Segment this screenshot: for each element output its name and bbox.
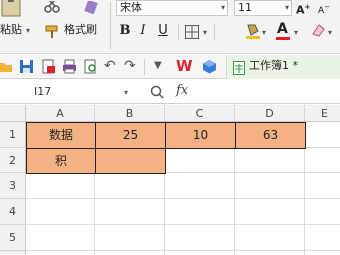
font-color-bar — [276, 37, 290, 40]
cloud-cube-icon[interactable] — [202, 59, 217, 74]
chevron-down-icon: ▾ — [284, 3, 289, 12]
paste-icon[interactable] — [0, 0, 30, 18]
paste-label[interactable]: 粘贴 — [0, 24, 22, 36]
row-header-1[interactable]: 1 — [0, 122, 26, 148]
spreadsheet-doc-icon — [233, 60, 245, 75]
bold-button[interactable]: B — [118, 23, 132, 39]
paste-dropdown-icon[interactable]: ▾ — [26, 26, 30, 35]
customize-toolbar-icon[interactable]: ▼ — [154, 60, 162, 71]
fill-color-icon[interactable] — [244, 22, 262, 40]
row-header-next — [0, 251, 26, 255]
row-header-3[interactable]: 3 — [0, 173, 26, 199]
clear-format-dropdown-icon[interactable]: ▾ — [328, 28, 332, 37]
column-header-d[interactable]: D — [235, 105, 305, 122]
row-header-4[interactable]: 4 — [0, 199, 26, 225]
cell-c1[interactable]: 10 — [165, 122, 236, 149]
font-size-value: 11 — [238, 1, 252, 14]
font-color-dropdown-icon[interactable]: ▾ — [294, 28, 298, 37]
insert-function-icon[interactable]: fx — [176, 83, 188, 98]
toolbar-separator — [144, 59, 145, 75]
name-box-dropdown-icon[interactable]: ▾ — [124, 88, 128, 97]
column-header-e[interactable]: E — [305, 105, 340, 122]
font-name-select[interactable]: 宋体 ▾ — [116, 0, 228, 16]
font-color-icon[interactable]: A — [276, 20, 290, 40]
borders-dropdown-icon[interactable]: ▾ — [203, 28, 207, 37]
underline-button[interactable]: U — [156, 23, 170, 39]
format-painter-label[interactable]: 格式刷 — [64, 24, 97, 36]
cell-b2[interactable] — [95, 148, 166, 174]
italic-button[interactable]: I — [136, 23, 150, 39]
ribbon: 粘贴 ▾ 格式刷 宋体 ▾ 11 ▾ A+ A− B I U ▾ ▾ A ▾ ▾ — [0, 0, 340, 54]
ribbon-separator — [110, 2, 111, 50]
column-header-b[interactable]: B — [95, 105, 165, 122]
format-painter-icon[interactable] — [44, 24, 60, 38]
undo-icon[interactable]: ↶ — [104, 58, 116, 74]
clear-format-icon[interactable] — [310, 22, 326, 38]
ribbon-separator — [178, 24, 179, 40]
row-header-5[interactable]: 5 — [0, 225, 26, 251]
cell-a2[interactable]: 积 — [26, 148, 96, 174]
copy-icon[interactable] — [84, 0, 98, 15]
cell-d1[interactable]: 63 — [235, 122, 306, 149]
font-color-letter: A — [277, 21, 288, 37]
cell-b1[interactable]: 25 — [95, 122, 166, 149]
export-pdf-icon[interactable] — [41, 59, 56, 74]
font-name-value: 宋体 — [120, 1, 142, 14]
font-grow-icon[interactable]: A+ — [296, 1, 310, 17]
chevron-down-icon: ▾ — [220, 3, 225, 12]
scissors-icon[interactable] — [44, 0, 60, 14]
font-size-select[interactable]: 11 ▾ — [234, 0, 292, 16]
fill-color-dropdown-icon[interactable]: ▾ — [262, 28, 266, 37]
cell-a1[interactable]: 数据 — [26, 122, 96, 149]
save-icon[interactable] — [19, 59, 34, 74]
open-folder-icon[interactable] — [0, 59, 13, 74]
column-header-a[interactable]: A — [26, 105, 95, 122]
print-icon[interactable] — [62, 59, 77, 74]
ribbon-separator — [214, 24, 215, 40]
borders-icon[interactable] — [184, 24, 200, 40]
font-shrink-icon[interactable]: A− — [318, 1, 330, 17]
formula-input[interactable] — [196, 82, 340, 102]
column-header-c[interactable]: C — [165, 105, 235, 122]
tab-workbook[interactable]: 工作簿1 * — [226, 55, 340, 79]
select-all-corner[interactable] — [0, 105, 26, 122]
row-header-2[interactable]: 2 — [0, 148, 26, 173]
print-preview-icon[interactable] — [83, 59, 98, 74]
formula-bar: I17 ▾ fx — [0, 80, 340, 104]
name-box[interactable]: I17 — [0, 82, 140, 102]
wps-logo-icon[interactable]: W — [176, 57, 193, 75]
tab-title: 工作簿1 * — [249, 59, 298, 72]
redo-icon[interactable]: ↷ — [124, 58, 136, 74]
zoom-search-icon[interactable] — [150, 84, 164, 99]
